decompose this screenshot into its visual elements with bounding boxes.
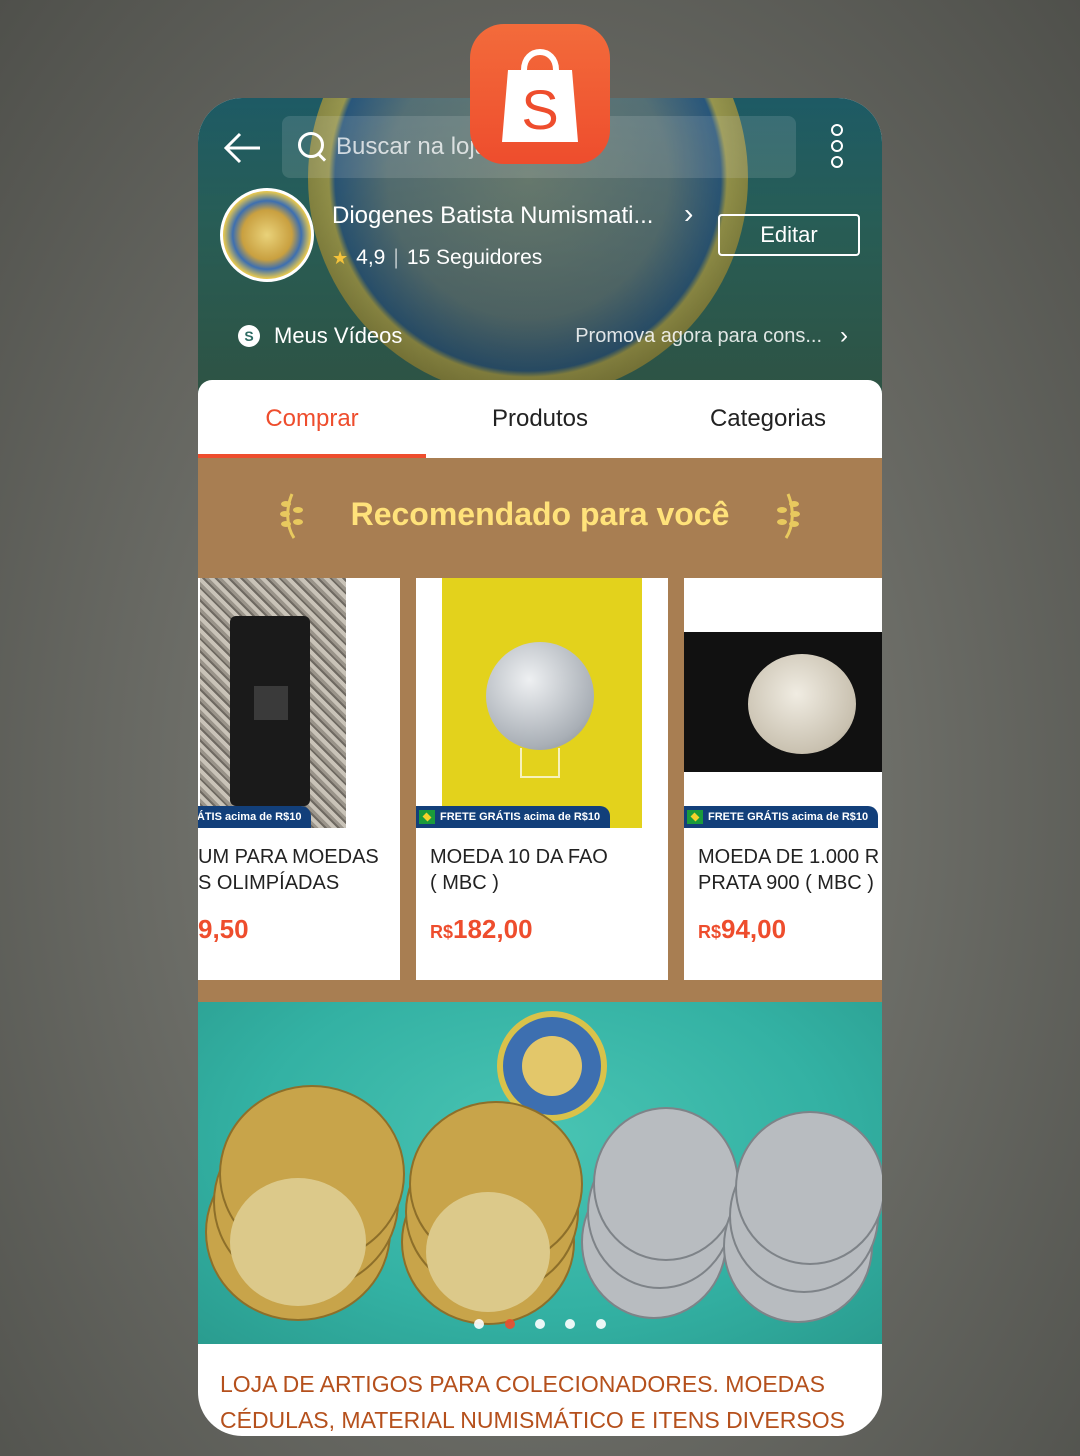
avatar[interactable]	[220, 188, 314, 282]
shopee-bag-icon: S	[502, 49, 578, 142]
product-name: MOEDA DE 1.000 R PRATA 900 ( MBC )	[698, 846, 880, 894]
videos-row[interactable]: S Meus Vídeos Promova agora para cons...…	[238, 318, 848, 354]
carousel-dot[interactable]	[474, 1319, 485, 1329]
product-carousel: E GRÁTIS acima de R$10 UM PARA MOEDAS S …	[198, 578, 882, 980]
product-image	[198, 578, 398, 828]
recommended-section: Recomendado para você E GRÁTIS acima de …	[198, 458, 882, 1002]
carousel-dot[interactable]	[504, 1319, 515, 1329]
promo-banner[interactable]	[198, 1002, 882, 1344]
product-name: UM PARA MOEDAS S OLIMPÍADAS	[198, 846, 379, 894]
product-price: R$182,00	[430, 914, 533, 944]
product-price: R$94,00	[698, 914, 787, 944]
free-shipping-badge: FRETE GRÁTIS acima de R$10	[684, 806, 879, 828]
banner-image	[205, 1011, 882, 1325]
product-name: MOEDA 10 DA FAO ( MBC )	[430, 846, 608, 894]
tab-produtos[interactable]: Produtos	[426, 380, 654, 458]
laurel-icon	[774, 490, 804, 540]
tab-comprar[interactable]: Comprar	[198, 380, 426, 458]
tab-categorias[interactable]: Categorias	[654, 380, 882, 458]
store-stats: ★ 4,9 | 15 Seguidores	[332, 246, 543, 269]
product-price: 9,50	[198, 914, 249, 944]
free-shipping-badge: FRETE GRÁTIS acima de R$10	[416, 806, 611, 828]
free-shipping-badge: E GRÁTIS acima de R$10	[198, 806, 312, 828]
shop-tabs: Comprar Produtos Categorias	[198, 380, 882, 458]
brazil-flag-icon	[687, 810, 703, 824]
phone-screen: Buscar na loja Diogenes Batista Numismat…	[198, 98, 882, 1436]
carousel-dot[interactable]	[535, 1319, 545, 1329]
shopee-logo: S	[470, 24, 610, 164]
followers-count: 15 Seguidores	[406, 246, 543, 269]
videos-label: Meus Vídeos	[274, 323, 403, 348]
more-vertical-icon[interactable]	[828, 124, 846, 172]
edit-button[interactable]: Editar	[718, 214, 860, 256]
promo-text: Promova agora para cons...	[575, 324, 822, 347]
search-placeholder: Buscar na loja	[336, 133, 489, 160]
product-image	[684, 578, 882, 828]
store-name[interactable]: Diogenes Batista Numismati...	[332, 202, 672, 230]
product-card[interactable]: E GRÁTIS acima de R$10 UM PARA MOEDAS S …	[198, 578, 400, 980]
shop-description: LOJA DE ARTIGOS PARA COLECIONADORES. MOE…	[220, 1371, 845, 1433]
star-icon: ★	[332, 247, 349, 268]
product-card[interactable]: FRETE GRÁTIS acima de R$10 MOEDA DE 1.00…	[684, 578, 882, 980]
search-icon	[296, 130, 330, 164]
chevron-right-icon: ›	[840, 322, 848, 349]
chevron-right-icon[interactable]: ›	[684, 198, 693, 230]
product-card[interactable]: FRETE GRÁTIS acima de R$10 MOEDA 10 DA F…	[416, 578, 668, 980]
video-icon: S	[238, 325, 260, 347]
brazil-flag-icon	[419, 810, 435, 824]
rating-value: 4,9	[356, 246, 386, 269]
carousel-dot[interactable]	[565, 1319, 576, 1329]
svg-text:S: S	[521, 78, 558, 141]
back-arrow-icon[interactable]	[220, 128, 264, 168]
carousel-indicator[interactable]	[198, 1316, 882, 1334]
carousel-dot[interactable]	[595, 1319, 606, 1329]
product-image	[416, 578, 668, 828]
